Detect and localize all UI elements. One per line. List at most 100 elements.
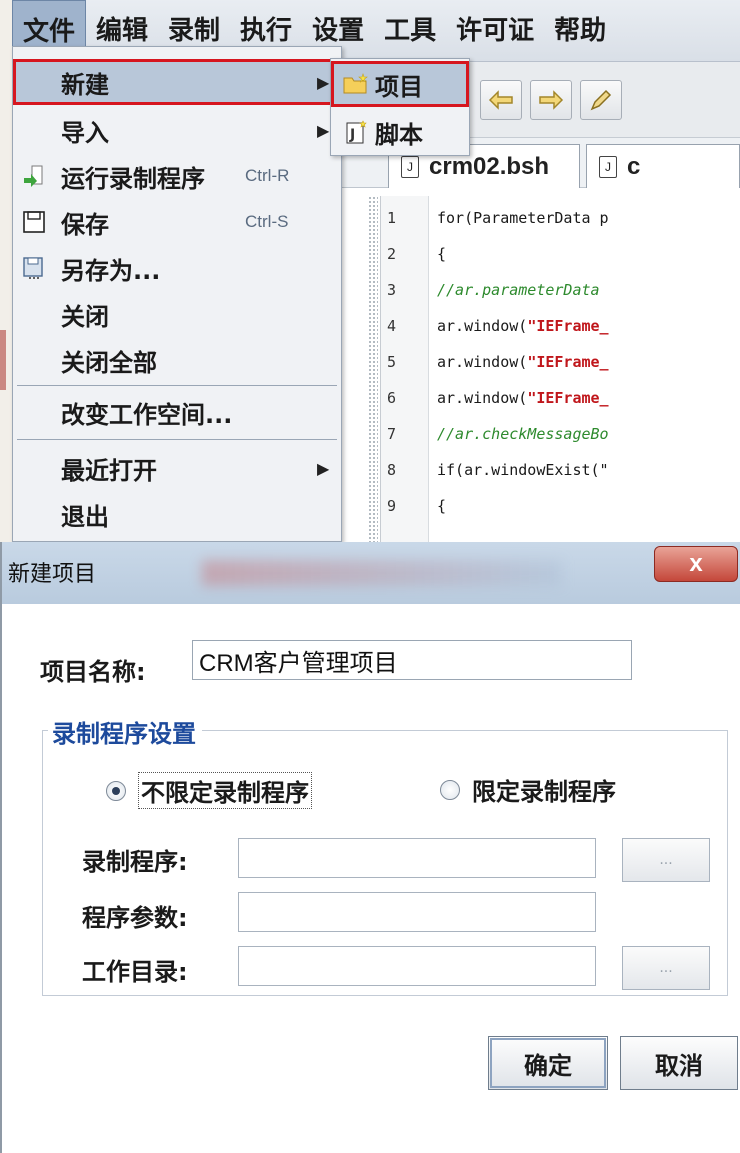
line-number: 5 <box>387 352 397 371</box>
menu-item-save-as-label: 另存为... <box>61 256 161 285</box>
tab-second-label: c <box>627 152 641 180</box>
code-editor[interactable]: 1 for(ParameterData p 2{ 3//ar.parameterD… <box>380 196 740 542</box>
menu-item-import[interactable]: 导入 ▶ <box>13 107 341 153</box>
submenu-item-project[interactable]: 项目 <box>331 61 469 107</box>
menu-tools[interactable]: 工具 <box>374 0 446 62</box>
line-number: 2 <box>387 244 397 263</box>
shortcut-label: Ctrl-S <box>245 212 289 231</box>
ok-button[interactable]: 确定 <box>488 1036 608 1090</box>
svg-text:J: J <box>349 127 355 143</box>
program-label: 录制程序: <box>82 848 188 876</box>
workdir-browse-button[interactable]: ... <box>622 946 710 990</box>
menu-item-new[interactable]: 新建 ▶ <box>13 59 341 105</box>
menu-item-close[interactable]: 关闭 <box>13 291 341 337</box>
radio-unselected-icon <box>440 779 460 800</box>
submenu-arrow-icon: ▶ <box>317 458 330 478</box>
code-text: ar.window("IEFrame_ <box>429 317 609 335</box>
code-text: { <box>437 244 447 263</box>
menu-item-recent[interactable]: 最近打开 ▶ <box>13 445 341 491</box>
code-line: 2{ <box>381 236 740 271</box>
code-line: 6 ar.window("IEFrame_ <box>381 380 740 415</box>
workdir-input[interactable] <box>238 946 596 986</box>
left-edge-strip <box>0 0 12 542</box>
folder-new-icon <box>343 71 369 97</box>
cancel-button[interactable]: 取消 <box>620 1036 738 1090</box>
menu-item-change-workspace-label: 改变工作空间... <box>61 400 233 429</box>
menu-item-change-workspace[interactable]: 改变工作空间... <box>13 389 341 435</box>
submenu-item-project-label: 项目 <box>375 72 423 101</box>
radio-selected-icon <box>106 780 126 801</box>
submenu-item-script-label: 脚本 <box>375 120 423 149</box>
menu-item-close-label: 关闭 <box>61 302 109 331</box>
menu-item-exit-label: 退出 <box>61 502 109 531</box>
radio-limited-label: 限定录制程序 <box>472 778 616 806</box>
menu-license[interactable]: 许可证 <box>446 0 544 62</box>
project-name-label: 项目名称: <box>40 658 146 686</box>
close-button[interactable]: x <box>654 546 738 582</box>
code-line: 1 for(ParameterData p <box>381 200 740 235</box>
program-browse-button[interactable]: ... <box>622 838 710 882</box>
line-number: 4 <box>387 316 397 335</box>
splitter-handle[interactable] <box>368 196 378 542</box>
file-icon: J <box>599 155 617 178</box>
line-number: 6 <box>387 388 397 407</box>
line-number: 9 <box>387 496 397 515</box>
menu-item-new-label: 新建 <box>61 70 109 99</box>
tab-crm02-label: crm02.bsh <box>429 152 550 180</box>
code-string: "IEFrame_ <box>527 388 609 407</box>
menu-item-run-record[interactable]: 运行录制程序 Ctrl-R <box>13 153 341 199</box>
pen-icon[interactable] <box>580 80 622 120</box>
menu-item-close-all-label: 关闭全部 <box>61 348 157 377</box>
shortcut-label: Ctrl-R <box>245 166 290 185</box>
radio-unlimited-label: 不限定录制程序 <box>138 772 312 809</box>
menu-separator <box>17 439 337 440</box>
code-line: 9{ <box>381 488 740 523</box>
line-number: 8 <box>387 460 397 479</box>
code-string: "IEFrame_ <box>527 316 609 335</box>
params-input[interactable] <box>238 892 596 932</box>
menu-item-import-label: 导入 <box>61 118 109 147</box>
new-submenu: 项目 J 脚本 <box>330 58 470 156</box>
code-line: 8 if(ar.windowExist(" <box>381 452 740 487</box>
titlebar-blur <box>202 560 562 586</box>
submenu-arrow-icon: ▶ <box>317 72 330 92</box>
radio-limited[interactable]: 限定录制程序 <box>440 772 616 807</box>
line-number: 7 <box>387 424 397 443</box>
menu-item-exit[interactable]: 退出 <box>13 491 341 537</box>
params-label: 程序参数: <box>82 904 188 932</box>
radio-unlimited[interactable]: 不限定录制程序 <box>106 772 312 809</box>
new-project-dialog: 新建项目 x 项目名称: 录制程序设置 不限定录制程序 限定录制程序 录制程序:… <box>0 542 740 1153</box>
code-text: { <box>437 496 447 515</box>
code-comment: //ar.checkMessageBo <box>437 424 609 443</box>
submenu-arrow-icon: ▶ <box>317 120 330 140</box>
menu-item-run-record-label: 运行录制程序 <box>61 164 205 193</box>
menu-help[interactable]: 帮助 <box>544 0 616 62</box>
menu-screenshot: 文件 编辑 录制 执行 设置 工具 许可证 帮助 J crm02.bsh J c <box>0 0 740 542</box>
menu-item-recent-label: 最近打开 <box>61 456 157 485</box>
code-call: ar.window( <box>437 316 528 335</box>
close-icon: x <box>689 550 703 577</box>
tab-second[interactable]: J c <box>586 144 740 188</box>
save-icon <box>21 209 47 235</box>
undo-icon[interactable] <box>480 80 522 120</box>
dialog-titlebar[interactable]: 新建项目 x <box>2 542 740 604</box>
dialog-title: 新建项目 <box>8 562 97 587</box>
code-line: 5 ar.window("IEFrame_ <box>381 344 740 379</box>
program-input[interactable] <box>238 838 596 878</box>
code-string: "IEFrame_ <box>527 352 609 371</box>
code-text: for(ParameterData p <box>437 208 609 227</box>
project-name-input[interactable] <box>192 640 632 680</box>
save-as-icon <box>21 255 47 281</box>
redo-icon[interactable] <box>530 80 572 120</box>
code-call: ar.window( <box>437 388 528 407</box>
code-text: ar.window("IEFrame_ <box>429 353 609 371</box>
file-icon: J <box>401 155 419 178</box>
menu-item-save[interactable]: 保存 Ctrl-S <box>13 199 341 245</box>
line-number: 1 <box>387 208 397 227</box>
line-number: 3 <box>387 280 397 299</box>
menu-item-save-as[interactable]: 另存为... <box>13 245 341 291</box>
submenu-item-script[interactable]: J 脚本 <box>331 109 469 155</box>
record-settings-title: 录制程序设置 <box>48 714 202 749</box>
menu-item-close-all[interactable]: 关闭全部 <box>13 337 341 383</box>
menu-item-save-label: 保存 <box>61 210 109 239</box>
